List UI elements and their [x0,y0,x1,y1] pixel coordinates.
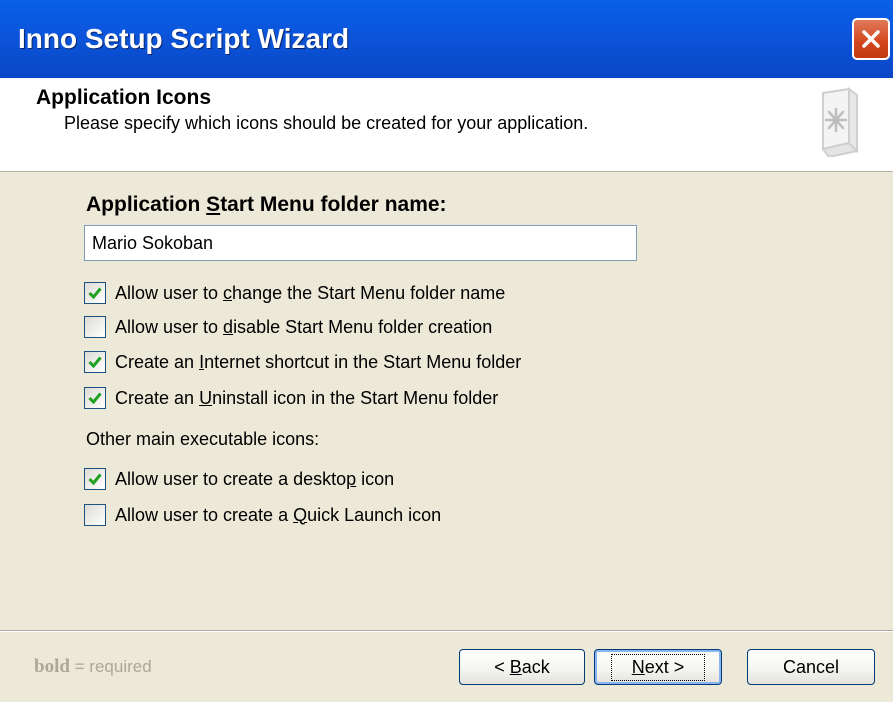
checkbox-internet-shortcut[interactable] [84,351,106,373]
footer-divider [0,630,893,632]
checkbox-allow-disable-folder[interactable] [84,316,106,338]
checkbox-quick-launch-icon[interactable] [84,504,106,526]
checkmark-icon [88,356,102,369]
checkmark-icon [88,392,102,405]
option-desktop-icon[interactable]: Allow user to create a desktop icon [84,467,394,491]
wizard-page-icon [821,87,860,157]
option-allow-change-folder[interactable]: Allow user to change the Start Menu fold… [84,281,505,305]
option-quick-launch-icon[interactable]: Allow user to create a Quick Launch icon [84,503,441,527]
other-icons-label: Other main executable icons: [86,429,320,449]
option-label: Allow user to change the Start Menu fold… [115,282,506,303]
option-label: Create an Internet shortcut in the Start… [115,351,522,372]
page-title: Application Icons [36,86,212,109]
window-title: Inno Setup Script Wizard [18,23,350,54]
option-label: Allow user to create a Quick Launch icon [115,504,442,525]
close-icon [862,30,880,48]
start-menu-folder-label: Application Start Menu folder name: [86,193,447,216]
option-label: Allow user to disable Start Menu folder … [115,316,493,337]
checkbox-desktop-icon[interactable] [84,468,106,490]
option-internet-shortcut[interactable]: Create an Internet shortcut in the Start… [84,350,521,374]
cancel-button[interactable]: Cancel [747,649,875,685]
next-button[interactable]: Next > [594,649,722,685]
start-menu-folder-input[interactable] [84,225,637,261]
required-note: bold = required [34,656,152,677]
checkbox-allow-change-folder[interactable] [84,282,106,304]
focus-rect: Next > [610,653,706,681]
close-button[interactable] [852,18,890,60]
option-allow-disable-folder[interactable]: Allow user to disable Start Menu folder … [84,315,492,339]
title-bar: Inno Setup Script Wizard [0,0,893,78]
checkmark-icon [88,473,102,486]
back-button[interactable]: < Back [459,649,585,685]
page-subtitle: Please specify which icons should be cre… [64,113,589,133]
checkbox-uninstall-icon[interactable] [84,387,106,409]
option-label: Create an Uninstall icon in the Start Me… [115,387,499,408]
option-label: Allow user to create a desktop icon [115,468,395,489]
checkmark-icon [88,287,102,300]
option-uninstall-icon[interactable]: Create an Uninstall icon in the Start Me… [84,386,498,410]
